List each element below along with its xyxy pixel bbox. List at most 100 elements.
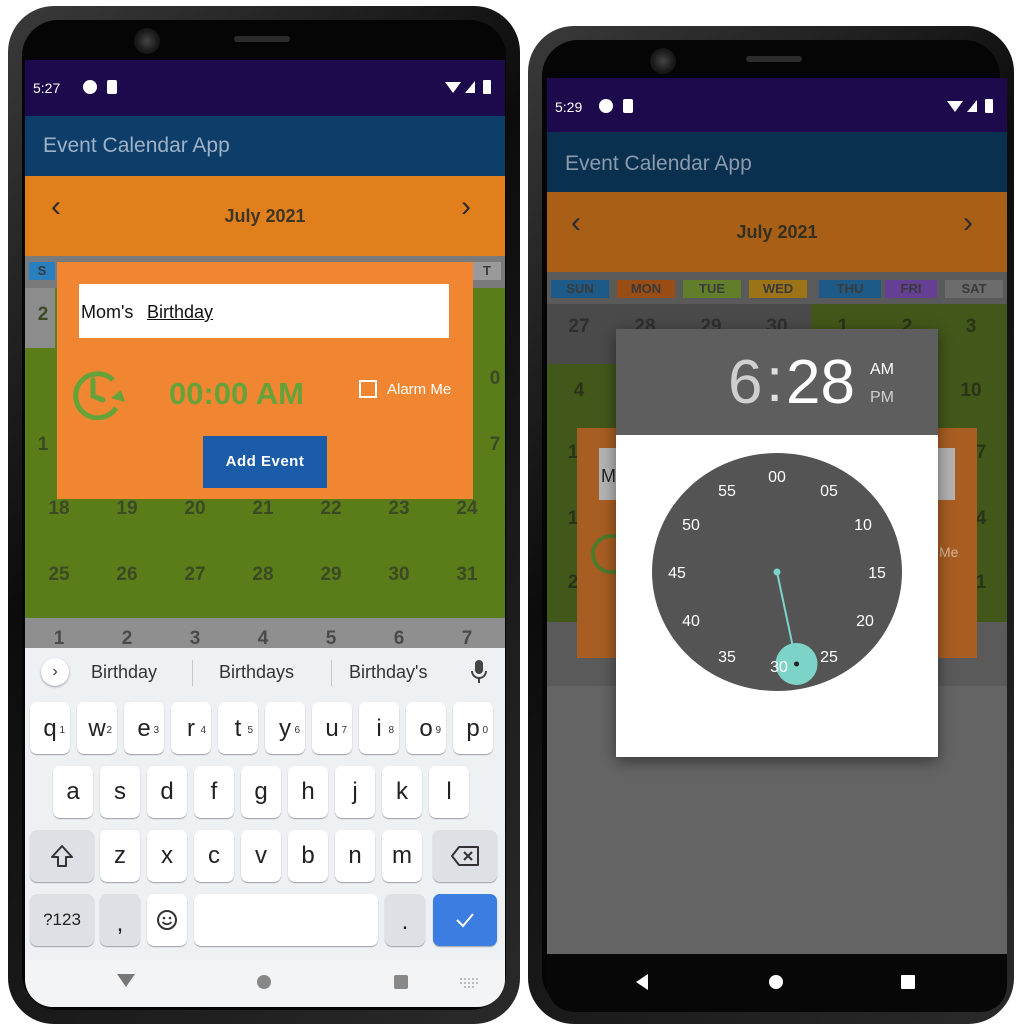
- recents-icon[interactable]: [901, 975, 915, 989]
- clock-number[interactable]: 45: [662, 565, 692, 583]
- date-cell[interactable]: 23: [369, 498, 429, 520]
- shift-key[interactable]: [30, 830, 94, 882]
- key-c[interactable]: c: [194, 830, 234, 882]
- clock-number[interactable]: 40: [676, 613, 706, 631]
- clock-number[interactable]: 55: [712, 483, 742, 501]
- comma-key[interactable]: ,: [100, 894, 140, 946]
- key-number-hint: 7: [341, 725, 347, 736]
- next-month-button[interactable]: ›: [963, 206, 973, 240]
- clock-number[interactable]: 35: [712, 649, 742, 667]
- date-cell[interactable]: 1: [29, 628, 89, 650]
- date-cell[interactable]: 7: [437, 628, 497, 650]
- key-o[interactable]: o9: [406, 702, 446, 754]
- add-event-button[interactable]: Add Event: [203, 436, 327, 488]
- date-cell[interactable]: 21: [233, 498, 293, 520]
- key-z[interactable]: z: [100, 830, 140, 882]
- key-g[interactable]: g: [241, 766, 281, 818]
- date-cell[interactable]: 4: [549, 380, 609, 402]
- date-cell[interactable]: 27: [165, 564, 225, 586]
- key-j[interactable]: j: [335, 766, 375, 818]
- date-cell[interactable]: 5: [301, 628, 361, 650]
- date-cell[interactable]: 22: [301, 498, 361, 520]
- date-cell[interactable]: 25: [29, 564, 89, 586]
- date-cell[interactable]: 29: [301, 564, 361, 586]
- backspace-key[interactable]: [433, 830, 497, 882]
- key-k[interactable]: k: [382, 766, 422, 818]
- backspace-icon: [451, 846, 479, 866]
- date-cell[interactable]: 4: [233, 628, 293, 650]
- clock-number[interactable]: 00: [762, 469, 792, 487]
- key-x[interactable]: x: [147, 830, 187, 882]
- home-icon[interactable]: [769, 975, 783, 989]
- hour-display[interactable]: 6: [728, 347, 762, 418]
- alarm-clock-icon[interactable]: [67, 368, 129, 420]
- date-cell[interactable]: 30: [369, 564, 429, 586]
- key-w[interactable]: w2: [77, 702, 117, 754]
- date-cell[interactable]: 28: [233, 564, 293, 586]
- clock-number[interactable]: 50: [676, 517, 706, 535]
- suggestion-2[interactable]: Birthdays: [219, 662, 294, 683]
- key-h[interactable]: h: [288, 766, 328, 818]
- key-l[interactable]: l: [429, 766, 469, 818]
- next-month-button[interactable]: ›: [461, 190, 471, 224]
- date-cell[interactable]: 26: [97, 564, 157, 586]
- key-q[interactable]: q1: [30, 702, 70, 754]
- clock-number[interactable]: 10: [848, 517, 878, 535]
- alarm-checkbox[interactable]: [359, 380, 377, 398]
- date-cell[interactable]: 2: [97, 628, 157, 650]
- key-t[interactable]: t5: [218, 702, 258, 754]
- pm-toggle[interactable]: PM: [870, 389, 894, 407]
- emoji-key[interactable]: [147, 894, 187, 946]
- date-cell[interactable]: 24: [437, 498, 497, 520]
- clock-number[interactable]: 05: [814, 483, 844, 501]
- date-cell[interactable]: 18: [29, 498, 89, 520]
- minute-display[interactable]: 28: [786, 347, 855, 418]
- home-icon[interactable]: [256, 974, 272, 990]
- date-cell[interactable]: 6: [369, 628, 429, 650]
- date-cell[interactable]: 3: [165, 628, 225, 650]
- date-cell[interactable]: 20: [165, 498, 225, 520]
- date-cell[interactable]: 3: [941, 316, 1001, 338]
- key-v[interactable]: v: [241, 830, 281, 882]
- event-title-input[interactable]: Mom's Birthday: [79, 284, 449, 338]
- clock-number[interactable]: 30: [764, 659, 794, 677]
- key-e[interactable]: e3: [124, 702, 164, 754]
- back-down-icon[interactable]: [117, 974, 135, 988]
- key-a[interactable]: a: [53, 766, 93, 818]
- clock-number[interactable]: 25: [814, 649, 844, 667]
- key-b[interactable]: b: [288, 830, 328, 882]
- enter-key[interactable]: [433, 894, 497, 946]
- key-f[interactable]: f: [194, 766, 234, 818]
- event-title-underlined-word: Birthday: [147, 302, 214, 322]
- soft-keyboard: › Birthday Birthdays Birthday's q1 w2 e3…: [25, 648, 505, 960]
- microphone-icon[interactable]: [471, 660, 487, 684]
- key-r[interactable]: r4: [171, 702, 211, 754]
- key-n[interactable]: n: [335, 830, 375, 882]
- time-picker-dialog: 6 : 28 AM PM 00 05 10 15 20 25 30 35 40 …: [616, 329, 938, 757]
- date-cell[interactable]: 31: [437, 564, 497, 586]
- clock-number[interactable]: 15: [862, 565, 892, 583]
- suggestion-3[interactable]: Birthday's: [349, 662, 427, 683]
- key-y[interactable]: y6: [265, 702, 305, 754]
- date-cell[interactable]: 10: [941, 380, 1001, 402]
- am-toggle[interactable]: AM: [870, 361, 894, 379]
- key-m[interactable]: m: [382, 830, 422, 882]
- clock-number[interactable]: 20: [850, 613, 880, 631]
- key-i[interactable]: i8: [359, 702, 399, 754]
- period-key[interactable]: .: [385, 894, 425, 946]
- recents-icon[interactable]: [393, 974, 409, 990]
- key-u[interactable]: u7: [312, 702, 352, 754]
- date-cell[interactable]: 27: [549, 316, 609, 338]
- key-p[interactable]: p0: [453, 702, 493, 754]
- space-key[interactable]: [194, 894, 378, 946]
- keyboard-switch-icon[interactable]: [459, 978, 479, 988]
- expand-suggestions-button[interactable]: ›: [41, 658, 69, 686]
- key-d[interactable]: d: [147, 766, 187, 818]
- date-cell[interactable]: 19: [97, 498, 157, 520]
- event-time-value[interactable]: 00:00 AM: [169, 376, 304, 412]
- suggestion-1[interactable]: Birthday: [91, 662, 157, 683]
- key-s[interactable]: s: [100, 766, 140, 818]
- clock-face[interactable]: 00 05 10 15 20 25 30 35 40 45 50 55: [652, 453, 902, 691]
- symbols-key[interactable]: ?123: [30, 894, 94, 946]
- back-icon[interactable]: [635, 974, 649, 990]
